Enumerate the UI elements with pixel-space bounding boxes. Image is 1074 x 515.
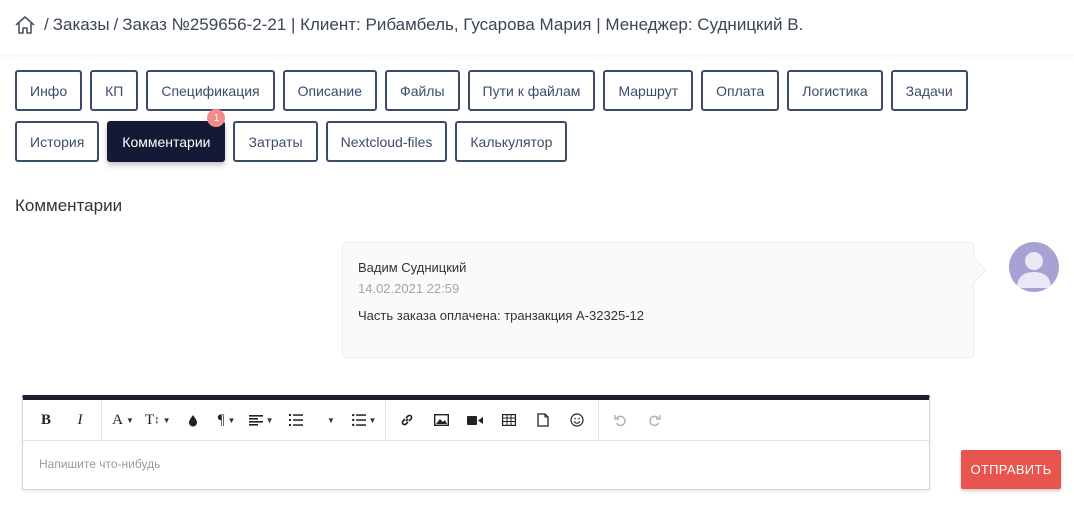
undo-button[interactable] [603, 405, 637, 435]
caret-down-icon: ▼ [327, 415, 335, 425]
home-icon[interactable] [14, 14, 36, 36]
breadcrumb-separator: / [44, 15, 49, 34]
image-button[interactable] [424, 405, 458, 435]
page-header: / Заказы / Заказ №259656-2-21 | Клиент: … [0, 0, 1074, 54]
ordered-list-icon [288, 414, 303, 426]
bold-button[interactable]: B [29, 405, 63, 435]
font-color-button[interactable]: A ▼ [106, 405, 140, 435]
undo-icon [614, 414, 626, 426]
link-icon [402, 414, 413, 426]
comment-text: Часть заказа оплачена: транзакция А-3232… [358, 308, 644, 323]
tab-payment[interactable]: Оплата [701, 70, 780, 111]
comment-author: Вадим Судницкий [358, 260, 467, 275]
unordered-list-icon [351, 414, 366, 426]
tab-files[interactable]: Файлы [385, 70, 460, 111]
tab-kp[interactable]: КП [90, 70, 139, 111]
tab-expenses[interactable]: Затраты [233, 121, 318, 162]
section-title: Комментарии [15, 196, 123, 215]
text-height-icon: ↕ [154, 414, 160, 426]
align-button[interactable]: ▼ [244, 405, 279, 435]
table-button[interactable] [492, 405, 526, 435]
ordered-list-dropdown[interactable]: ▼ [313, 405, 347, 435]
tab-comments-label: Комментарии [122, 133, 211, 150]
file-icon [537, 413, 550, 427]
paragraph-icon: ¶ [217, 411, 225, 428]
color-drop-button[interactable] [176, 405, 210, 435]
table-icon [502, 414, 517, 426]
tab-info[interactable]: Инфо [15, 70, 83, 111]
text-size-icon: T [145, 411, 155, 428]
tab-nextcloud-files[interactable]: Nextcloud-files [325, 121, 448, 162]
paragraph-button[interactable]: ¶ ▼ [210, 405, 244, 435]
avatar [1009, 242, 1059, 292]
breadcrumb: / Заказы / Заказ №259656-2-21 | Клиент: … [14, 14, 803, 36]
tab-tasks[interactable]: Задачи [890, 70, 968, 111]
emoji-button[interactable] [560, 405, 594, 435]
file-button[interactable] [526, 405, 560, 435]
caret-down-icon: ▼ [125, 415, 134, 425]
comment-bubble: Вадим Судницкий 14.02.2021 22:59 Часть з… [342, 242, 986, 358]
font-icon: A [112, 411, 123, 428]
breadcrumb-current-order: Заказ №259656-2-21 | Клиент: Рибамбель, … [122, 15, 804, 34]
caret-down-icon: ▼ [368, 415, 377, 425]
droplet-icon [188, 414, 197, 426]
tab-comments[interactable]: Комментарии 1 [107, 109, 226, 162]
align-left-icon [248, 414, 263, 426]
smile-icon [570, 413, 585, 427]
unordered-list-button[interactable]: ▼ [347, 405, 382, 435]
breadcrumb-orders[interactable]: Заказы [53, 15, 110, 35]
tab-specification[interactable]: Спецификация [146, 70, 275, 111]
tab-route[interactable]: Маршрут [603, 70, 694, 111]
comment-editor: B I A ▼ T ↕ ▼ ¶ ▼ ▼ ▼ ▼ Напишите что-ниб… [22, 395, 930, 490]
video-button[interactable] [458, 405, 492, 435]
editor-toolbar: B I A ▼ T ↕ ▼ ¶ ▼ ▼ ▼ ▼ [23, 400, 929, 441]
tab-logistics[interactable]: Логистика [787, 70, 883, 111]
comments-count-badge: 1 [207, 109, 226, 127]
italic-button[interactable]: I [63, 405, 97, 435]
order-tabs: Инфо КП Спецификация Описание Файлы Пути… [15, 70, 1060, 172]
caret-down-icon: ▼ [265, 415, 274, 425]
caret-down-icon: ▼ [162, 415, 171, 425]
redo-button[interactable] [637, 405, 671, 435]
italic-icon: I [77, 411, 83, 428]
tab-calculator[interactable]: Калькулятор [455, 121, 568, 162]
link-button[interactable] [390, 405, 424, 435]
breadcrumb-separator: / [113, 15, 119, 34]
tab-file-paths[interactable]: Пути к файлам [467, 70, 596, 111]
caret-down-icon: ▼ [227, 415, 236, 425]
comment-date: 14.02.2021 22:59 [358, 281, 460, 296]
tab-history[interactable]: История [15, 121, 100, 162]
ordered-list-button[interactable] [279, 405, 313, 435]
redo-icon [649, 414, 661, 426]
bold-icon: B [40, 411, 51, 428]
video-icon [467, 415, 484, 425]
tab-description[interactable]: Описание [282, 70, 378, 111]
font-size-button[interactable]: T ↕ ▼ [140, 405, 176, 435]
image-icon [433, 414, 449, 426]
user-icon [1017, 252, 1051, 288]
send-button[interactable]: ОТПРАВИТЬ [961, 450, 1061, 489]
comment-input[interactable]: Напишите что-нибудь [23, 441, 929, 487]
